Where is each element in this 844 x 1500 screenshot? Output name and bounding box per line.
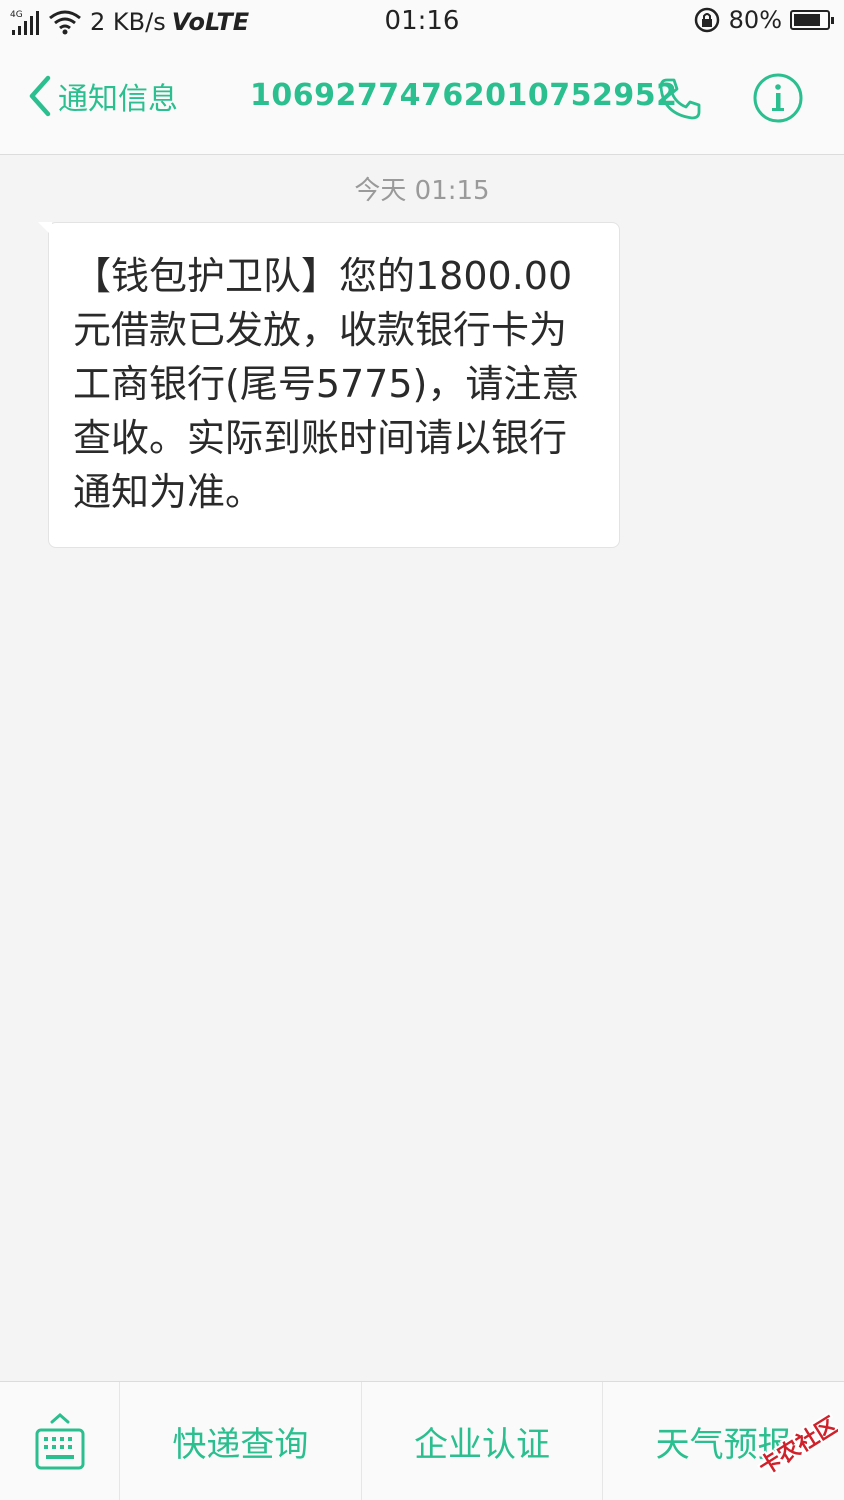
phone-icon[interactable] <box>655 74 705 124</box>
info-icon[interactable] <box>752 72 804 124</box>
conversation-header: 通知信息 10692774762010752952 <box>0 44 844 155</box>
quick-menu-item-enterprise[interactable]: 企业认证 <box>362 1382 604 1500</box>
message-text: 【钱包护卫队】您的1800.00元借款已发放，收款银行卡为工商银行(尾号5775… <box>73 254 580 514</box>
keyboard-icon <box>35 1412 84 1469</box>
watermark-logo: 卡农社区 卡农社区 <box>752 1410 838 1480</box>
quick-menu-item-express[interactable]: 快递查询 <box>120 1382 362 1500</box>
quick-menu-bar: 快递查询 企业认证 天气预报 <box>0 1381 844 1500</box>
keyboard-toggle-button[interactable] <box>0 1382 120 1500</box>
bubble-tail <box>38 222 52 236</box>
chevron-left-icon <box>29 75 51 117</box>
sender-number: 10692774762010752952 <box>250 78 678 113</box>
message-timestamp: 今天 01:15 <box>354 176 490 206</box>
rotation-lock-icon <box>694 7 719 33</box>
battery-icon <box>790 10 834 30</box>
back-button[interactable]: 通知信息 <box>24 74 178 118</box>
watermark-text: 卡农社区 <box>754 1412 838 1480</box>
battery-percent: 80% <box>728 6 782 34</box>
battery-level <box>794 14 820 26</box>
status-bar: 4G 2 KB/s VoLTE 01:16 80% <box>0 0 844 44</box>
message-bubble[interactable]: 【钱包护卫队】您的1800.00元借款已发放，收款银行卡为工商银行(尾号5775… <box>48 222 620 548</box>
back-label: 通知信息 <box>58 82 178 117</box>
